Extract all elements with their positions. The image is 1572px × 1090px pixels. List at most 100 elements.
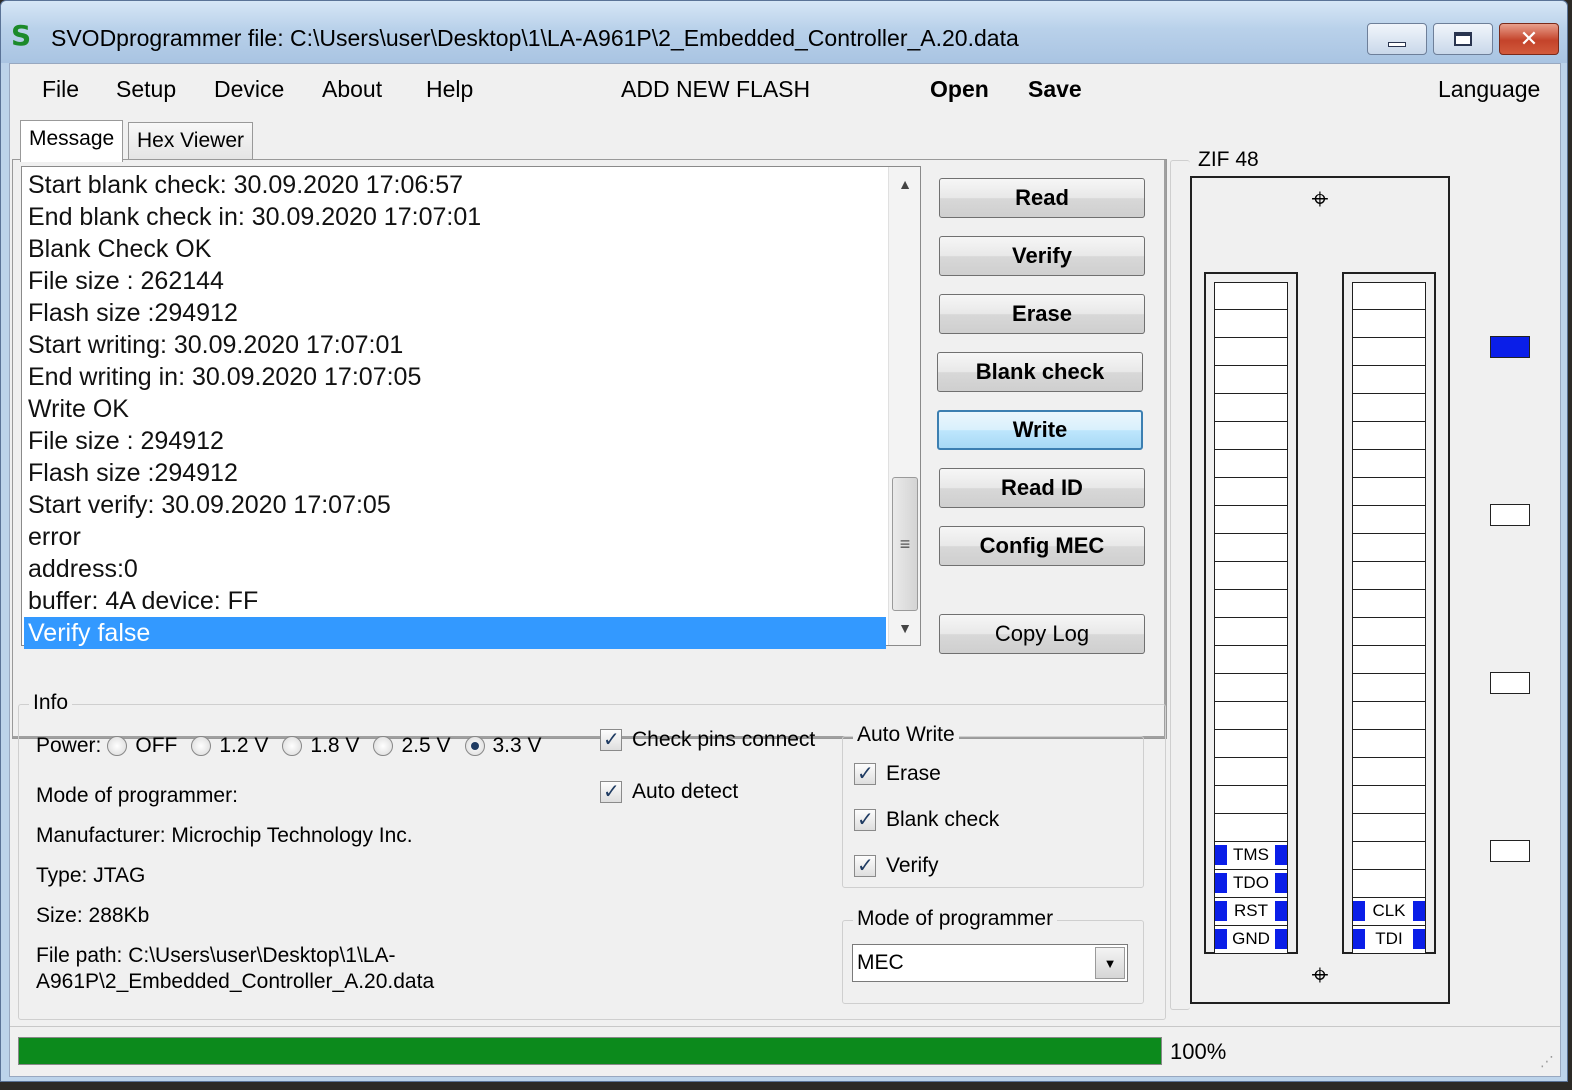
title-bar[interactable]: S SVODprogrammer file: C:\Users\user\Des… (1, 1, 1567, 63)
zif-pin (1214, 646, 1288, 674)
power-off-radio[interactable] (107, 736, 128, 756)
log-line[interactable]: Flash size :294912 (24, 457, 886, 489)
crosshair-top-icon: ⌖ (1311, 182, 1329, 217)
zif-pin (1214, 814, 1288, 842)
menu-save[interactable]: Save (1028, 76, 1082, 103)
menu-about[interactable]: About (322, 76, 382, 103)
resize-grip-icon[interactable]: ⋰ (1536, 1052, 1554, 1070)
auto-detect-checkbox[interactable]: Auto detect (600, 779, 738, 804)
zif-pin (1352, 870, 1426, 898)
dropdown-arrow-icon[interactable]: ▼ (1095, 947, 1125, 979)
check-pins-connect-label: Check pins connect (632, 728, 816, 751)
zif-pin (1214, 758, 1288, 786)
log-line[interactable]: Start writing: 30.09.2020 17:07:01 (24, 329, 886, 361)
indicator-4 (1490, 840, 1530, 862)
message-log[interactable]: Start blank check: 30.09.2020 17:06:57 En… (21, 166, 921, 649)
checkbox-box[interactable] (854, 807, 876, 831)
mode-programmer-legend: Mode of programmer (853, 907, 1058, 931)
zif-pin (1352, 450, 1426, 478)
status-bar: 100% ⋰ (10, 1026, 1560, 1076)
zif-pin (1214, 562, 1288, 590)
indicator-2 (1490, 504, 1530, 526)
auto-write-verify-checkbox[interactable]: Verify (854, 853, 939, 878)
zif-pin (1214, 618, 1288, 646)
checkbox-box[interactable] (600, 727, 622, 751)
zif-pin (1352, 590, 1426, 618)
menu-add-new-flash[interactable]: ADD NEW FLASH (621, 76, 810, 103)
log-line[interactable]: Start verify: 30.09.2020 17:07:05 (24, 489, 886, 521)
zif-pin (1214, 534, 1288, 562)
check-pins-connect-checkbox[interactable]: Check pins connect (600, 727, 816, 752)
zif-pin (1352, 842, 1426, 870)
zif-legend: ZIF 48 (1196, 148, 1261, 172)
menu-help[interactable]: Help (426, 76, 473, 103)
log-line[interactable]: Start blank check: 30.09.2020 17:06:57 (24, 169, 886, 201)
power-1v2-radio[interactable] (191, 736, 212, 756)
mode-programmer-select[interactable]: MEC ▼ (852, 944, 1128, 982)
menu-language[interactable]: Language (1438, 76, 1540, 103)
menu-device[interactable]: Device (214, 76, 284, 103)
copy-log-button[interactable]: Copy Log (939, 614, 1145, 654)
log-line[interactable]: File size : 294912 (24, 425, 886, 457)
checkbox-box[interactable] (600, 779, 622, 803)
auto-write-erase-checkbox[interactable]: Erase (854, 761, 941, 786)
checkbox-box[interactable] (854, 761, 876, 785)
scroll-thumb[interactable]: ≡ (892, 477, 918, 611)
zif-pin: RST (1214, 898, 1288, 926)
minimize-icon (1388, 41, 1406, 47)
auto-write-erase-label: Erase (886, 762, 941, 785)
write-button[interactable]: Write (937, 410, 1143, 450)
blank-check-button[interactable]: Blank check (937, 352, 1143, 392)
minimize-button[interactable] (1367, 23, 1427, 55)
zif-pin (1352, 478, 1426, 506)
menu-open[interactable]: Open (930, 76, 989, 103)
indicator-3 (1490, 672, 1530, 694)
power-1v8-radio[interactable] (282, 736, 303, 756)
log-line[interactable]: Verify false (24, 617, 886, 649)
client-area: File Setup Device About Help ADD NEW FLA… (9, 63, 1561, 1077)
log-line[interactable]: Blank Check OK (24, 233, 886, 265)
info-legend: Info (29, 691, 73, 715)
zif-pin (1352, 282, 1426, 310)
zif-pin (1214, 590, 1288, 618)
zif-pin (1352, 366, 1426, 394)
zif-pin (1214, 786, 1288, 814)
log-line[interactable]: File size : 262144 (24, 265, 886, 297)
scroll-up-icon[interactable]: ▲ (889, 171, 921, 197)
scroll-down-icon[interactable]: ▼ (889, 615, 921, 641)
close-button[interactable]: ✕ (1499, 23, 1559, 55)
log-line[interactable]: buffer: 4A device: FF (24, 585, 886, 617)
zif-pin (1352, 506, 1426, 534)
log-line[interactable]: Flash size :294912 (24, 297, 886, 329)
verify-button[interactable]: Verify (939, 236, 1145, 276)
checkbox-box[interactable] (854, 853, 876, 877)
power-3v3-radio[interactable] (464, 736, 485, 756)
zif-pin: CLK (1352, 898, 1426, 926)
log-line[interactable]: End blank check in: 30.09.2020 17:07:01 (24, 201, 886, 233)
log-line[interactable]: address:0 (24, 553, 886, 585)
zif-pin (1352, 814, 1426, 842)
erase-button[interactable]: Erase (939, 294, 1145, 334)
log-lines: Start blank check: 30.09.2020 17:06:57 En… (24, 169, 886, 649)
config-mec-button[interactable]: Config MEC (939, 526, 1145, 566)
read-id-button[interactable]: Read ID (939, 468, 1145, 508)
log-line[interactable]: Write OK (24, 393, 886, 425)
auto-write-blank-check-checkbox[interactable]: Blank check (854, 807, 999, 832)
tab-hex-viewer[interactable]: Hex Viewer (128, 122, 253, 160)
auto-write-legend: Auto Write (853, 723, 959, 747)
menu-setup[interactable]: Setup (116, 76, 176, 103)
progress-fill (19, 1038, 1161, 1064)
zif-pin (1352, 562, 1426, 590)
power-1v2-label: 1.2 V (219, 734, 269, 757)
progress-bar (18, 1037, 1162, 1065)
menu-file[interactable]: File (42, 76, 79, 103)
zif-pin: TMS (1214, 842, 1288, 870)
zif-pin (1214, 450, 1288, 478)
maximize-button[interactable] (1433, 23, 1493, 55)
tab-message[interactable]: Message (20, 120, 124, 162)
log-scrollbar[interactable]: ▲ ≡ ▼ (888, 167, 920, 645)
log-line[interactable]: End writing in: 30.09.2020 17:07:05 (24, 361, 886, 393)
log-line[interactable]: error (24, 521, 886, 553)
read-button[interactable]: Read (939, 178, 1145, 218)
power-2v5-radio[interactable] (373, 736, 394, 756)
